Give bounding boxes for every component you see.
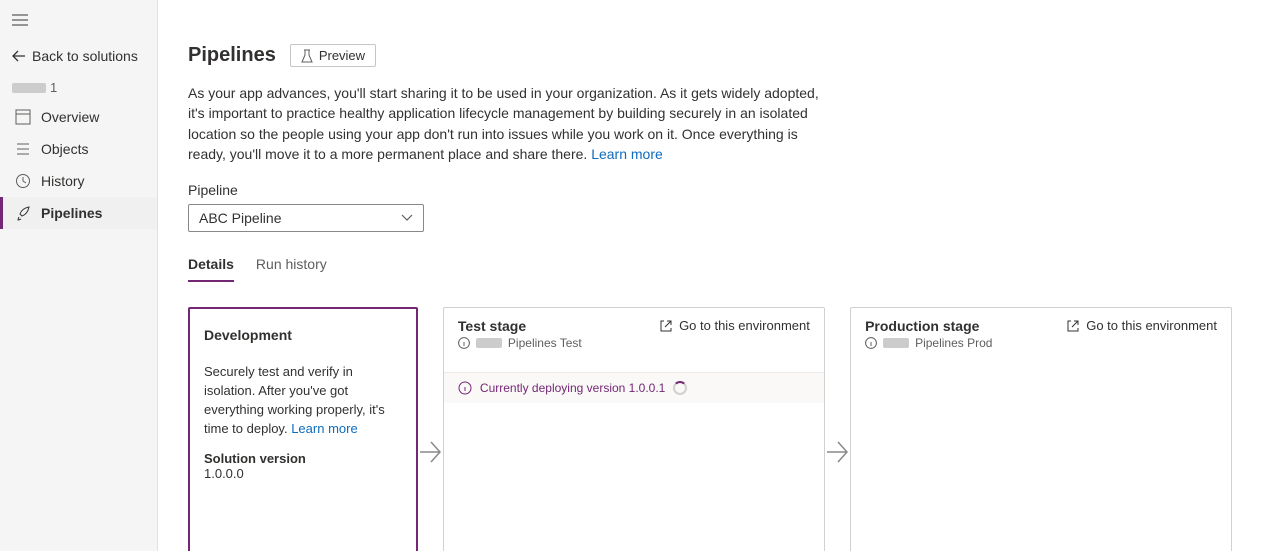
- info-icon: [458, 337, 470, 349]
- preview-label: Preview: [319, 48, 365, 63]
- objects-icon: [15, 141, 31, 157]
- stage-description: Securely test and verify in isolation. A…: [204, 363, 402, 438]
- stages-row: Development Securely test and verify in …: [188, 307, 1232, 551]
- intro-text: As your app advances, you'll start shari…: [188, 85, 819, 162]
- preview-badge: Preview: [290, 44, 376, 67]
- sidebar: Back to solutions 1 Overview Objects His…: [0, 0, 158, 551]
- go-to-environment-link[interactable]: Go to this environment: [1066, 318, 1217, 333]
- solution-suffix: 1: [50, 80, 57, 95]
- stage-arrow: [825, 307, 850, 551]
- go-to-environment-link[interactable]: Go to this environment: [659, 318, 810, 333]
- stage-arrow: [418, 307, 443, 551]
- deploying-text: Currently deploying version 1.0.0.1: [480, 381, 665, 395]
- pipeline-select[interactable]: ABC Pipeline: [188, 204, 424, 232]
- sidebar-item-objects[interactable]: Objects: [0, 133, 157, 165]
- stage-title: Production stage: [865, 318, 992, 334]
- sidebar-item-label: Pipelines: [41, 205, 102, 221]
- learn-more-link[interactable]: Learn more: [591, 146, 663, 162]
- spinner-icon: [673, 381, 687, 395]
- arrow-left-icon: [12, 49, 26, 63]
- overview-icon: [15, 109, 31, 125]
- go-link-label: Go to this environment: [1086, 318, 1217, 333]
- learn-more-link[interactable]: Learn more: [291, 421, 357, 436]
- tab-run-history[interactable]: Run history: [256, 256, 327, 282]
- pipeline-field-label: Pipeline: [188, 182, 1232, 198]
- sidebar-item-label: Objects: [41, 141, 88, 157]
- tab-details[interactable]: Details: [188, 256, 234, 282]
- stage-header: Test stage Pipelines Test Go to this env…: [444, 308, 824, 358]
- rocket-icon: [15, 205, 31, 221]
- deploying-status-bar: Currently deploying version 1.0.0.1: [444, 372, 824, 403]
- intro-paragraph: As your app advances, you'll start shari…: [188, 83, 828, 164]
- sidebar-item-pipelines[interactable]: Pipelines: [0, 197, 157, 229]
- stage-card-production: Production stage Pipelines Prod Go to th…: [850, 307, 1232, 551]
- stage-title: Development: [204, 327, 402, 343]
- stage-card-development: Development Securely test and verify in …: [188, 307, 418, 551]
- main-content: Pipelines Preview As your app advances, …: [158, 0, 1262, 551]
- env-name: Pipelines Prod: [915, 336, 992, 350]
- chevron-down-icon: [401, 214, 413, 222]
- hamburger-icon: [12, 14, 28, 26]
- flask-icon: [301, 49, 313, 63]
- sidebar-item-label: History: [41, 173, 85, 189]
- arrow-right-icon: [419, 437, 441, 467]
- stage-card-test: Test stage Pipelines Test Go to this env…: [443, 307, 825, 551]
- pipeline-selected-value: ABC Pipeline: [199, 210, 282, 226]
- redacted-text: [476, 338, 502, 348]
- solution-version-value: 1.0.0.0: [204, 466, 402, 481]
- info-icon: [458, 381, 472, 395]
- env-name: Pipelines Test: [508, 336, 582, 350]
- sidebar-item-history[interactable]: History: [0, 165, 157, 197]
- redacted-text: [12, 83, 46, 93]
- back-to-solutions-link[interactable]: Back to solutions: [0, 38, 157, 74]
- back-label: Back to solutions: [32, 48, 138, 64]
- history-icon: [15, 173, 31, 189]
- sidebar-item-label: Overview: [41, 109, 99, 125]
- open-link-icon: [659, 319, 673, 333]
- redacted-text: [883, 338, 909, 348]
- stage-header: Production stage Pipelines Prod Go to th…: [851, 308, 1231, 358]
- open-link-icon: [1066, 319, 1080, 333]
- tabs: Details Run history: [188, 256, 1232, 283]
- hamburger-menu[interactable]: [0, 8, 157, 32]
- solution-name: 1: [0, 74, 157, 101]
- solution-version-label: Solution version: [204, 451, 402, 466]
- go-link-label: Go to this environment: [679, 318, 810, 333]
- title-row: Pipelines Preview: [188, 44, 1232, 67]
- stage-environment: Pipelines Prod: [865, 336, 992, 350]
- stage-environment: Pipelines Test: [458, 336, 582, 350]
- stage-title: Test stage: [458, 318, 582, 334]
- sidebar-item-overview[interactable]: Overview: [0, 101, 157, 133]
- arrow-right-icon: [826, 437, 848, 467]
- info-icon: [865, 337, 877, 349]
- page-title: Pipelines: [188, 44, 276, 67]
